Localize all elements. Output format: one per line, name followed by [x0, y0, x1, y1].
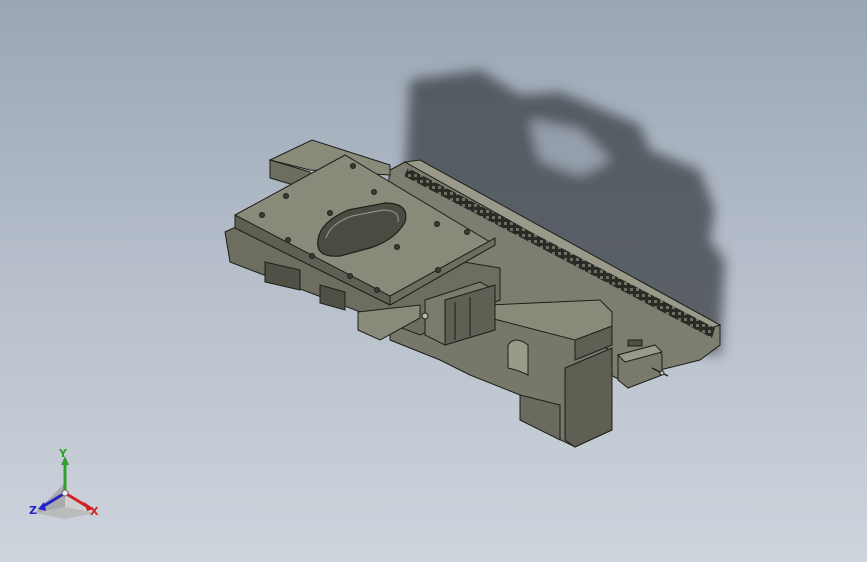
- axis-triad: Y X Z: [20, 445, 110, 525]
- cad-viewport[interactable]: Y X Z: [0, 0, 867, 562]
- axis-label-y: Y: [59, 447, 67, 460]
- axis-label-z: Z: [29, 504, 37, 517]
- axis-label-x: X: [90, 505, 99, 518]
- model-scene[interactable]: [0, 0, 867, 562]
